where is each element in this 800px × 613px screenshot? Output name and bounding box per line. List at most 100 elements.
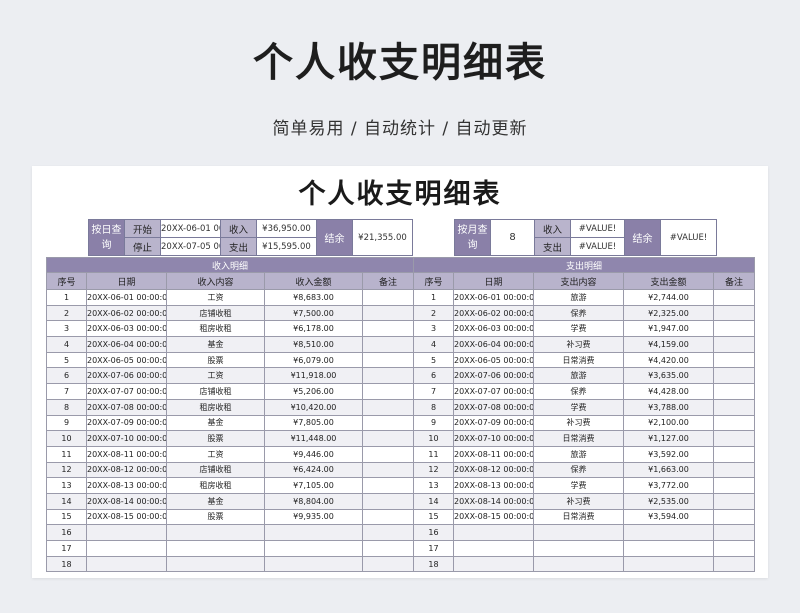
income-cell-content[interactable]: 基金 xyxy=(166,492,265,510)
expense-row[interactable]: 13 20XX-08-13 00:00:00 学费 ¥3,772.00 xyxy=(413,477,756,494)
income-cell-date[interactable]: 20XX-07-06 00:00:00 xyxy=(86,367,167,385)
expense-row[interactable]: 3 20XX-06-03 00:00:00 学费 ¥1,947.00 xyxy=(413,320,756,338)
expense-cell-amount[interactable]: ¥2,535.00 xyxy=(623,492,714,510)
income-row[interactable]: 12 20XX-08-12 00:00:00 店铺收租 ¥6,424.00 xyxy=(46,461,415,479)
income-cell-content[interactable]: 股票 xyxy=(166,351,265,369)
expense-cell-note[interactable] xyxy=(712,351,756,369)
expense-cell-content[interactable]: 补习费 xyxy=(533,492,624,510)
income-cell-amount[interactable]: ¥8,510.00 xyxy=(264,336,363,353)
expense-row[interactable]: 14 20XX-08-14 00:00:00 补习费 ¥2,535.00 xyxy=(413,492,756,510)
expense-cell-index[interactable]: 8 xyxy=(413,398,454,416)
income-cell-content[interactable]: 股票 xyxy=(166,430,265,447)
expense-cell-index[interactable]: 15 xyxy=(413,508,454,526)
income-cell-note[interactable] xyxy=(361,320,415,338)
expense-cell-note[interactable] xyxy=(712,304,756,322)
income-row[interactable]: 5 20XX-06-05 00:00:00 股票 ¥6,079.00 xyxy=(46,351,415,369)
income-cell-index[interactable]: 4 xyxy=(46,336,87,353)
income-cell-index[interactable]: 5 xyxy=(46,351,87,369)
expense-cell-date[interactable]: 20XX-08-12 00:00:00 xyxy=(453,461,534,479)
expense-row[interactable]: 10 20XX-07-10 00:00:00 日常消费 ¥1,127.00 xyxy=(413,430,756,447)
expense-cell-content[interactable]: 补习费 xyxy=(533,414,624,432)
expense-cell-content[interactable]: 补习费 xyxy=(533,336,624,353)
income-row[interactable]: 2 20XX-06-02 00:00:00 店铺收租 ¥7,500.00 xyxy=(46,304,415,322)
expense-cell-amount[interactable]: ¥4,159.00 xyxy=(623,336,714,353)
expense-row[interactable]: 8 20XX-07-08 00:00:00 学费 ¥3,788.00 xyxy=(413,398,756,416)
income-row[interactable]: 10 20XX-07-10 00:00:00 股票 ¥11,448.00 xyxy=(46,430,415,447)
income-cell-index[interactable]: 7 xyxy=(46,383,87,400)
expense-cell-content[interactable]: 旅游 xyxy=(533,445,624,463)
income-cell-index[interactable]: 11 xyxy=(46,445,87,463)
expense-cell-note[interactable] xyxy=(712,383,756,400)
income-cell-index[interactable]: 1 xyxy=(46,289,87,306)
income-cell-index[interactable]: 2 xyxy=(46,304,87,322)
income-cell-index[interactable]: 12 xyxy=(46,461,87,479)
income-cell-amount[interactable]: ¥8,683.00 xyxy=(264,289,363,306)
income-row[interactable]: 14 20XX-08-14 00:00:00 基金 ¥8,804.00 xyxy=(46,492,415,510)
expense-cell-amount[interactable]: ¥3,635.00 xyxy=(623,367,714,385)
expense-cell-amount[interactable]: ¥1,127.00 xyxy=(623,430,714,447)
income-cell-date[interactable]: 20XX-07-10 00:00:00 xyxy=(86,430,167,447)
expense-cell-content[interactable] xyxy=(533,524,624,541)
income-cell-date[interactable]: 20XX-06-05 00:00:00 xyxy=(86,351,167,369)
income-row[interactable]: 1 20XX-06-01 00:00:00 工资 ¥8,683.00 xyxy=(46,289,415,306)
income-cell-note[interactable] xyxy=(361,383,415,400)
income-cell-amount[interactable] xyxy=(264,524,363,541)
income-cell-amount[interactable]: ¥5,206.00 xyxy=(264,383,363,400)
expense-cell-amount[interactable] xyxy=(623,540,714,557)
expense-cell-index[interactable]: 1 xyxy=(413,289,454,306)
income-cell-note[interactable] xyxy=(361,540,415,557)
income-row[interactable]: 16 xyxy=(46,524,415,541)
income-cell-date[interactable]: 20XX-07-09 00:00:00 xyxy=(86,414,167,432)
income-cell-amount[interactable]: ¥6,178.00 xyxy=(264,320,363,338)
income-cell-date[interactable] xyxy=(86,524,167,541)
expense-cell-amount[interactable] xyxy=(623,555,714,573)
income-cell-content[interactable]: 基金 xyxy=(166,414,265,432)
income-cell-index[interactable]: 14 xyxy=(46,492,87,510)
expense-cell-amount[interactable]: ¥3,592.00 xyxy=(623,445,714,463)
income-cell-note[interactable] xyxy=(361,398,415,416)
expense-cell-date[interactable]: 20XX-07-06 00:00:00 xyxy=(453,367,534,385)
income-cell-amount[interactable]: ¥6,079.00 xyxy=(264,351,363,369)
expense-row[interactable]: 16 xyxy=(413,524,756,541)
income-cell-index[interactable]: 16 xyxy=(46,524,87,541)
income-cell-index[interactable]: 18 xyxy=(46,555,87,573)
expense-cell-index[interactable]: 11 xyxy=(413,445,454,463)
expense-cell-amount[interactable]: ¥3,788.00 xyxy=(623,398,714,416)
income-cell-content[interactable]: 工资 xyxy=(166,289,265,306)
income-cell-date[interactable]: 20XX-06-03 00:00:00 xyxy=(86,320,167,338)
income-cell-index[interactable]: 15 xyxy=(46,508,87,526)
expense-cell-content[interactable]: 保养 xyxy=(533,383,624,400)
expense-row[interactable]: 15 20XX-08-15 00:00:00 日常消费 ¥3,594.00 xyxy=(413,508,756,526)
expense-cell-date[interactable]: 20XX-07-09 00:00:00 xyxy=(453,414,534,432)
income-cell-content[interactable] xyxy=(166,524,265,541)
expense-cell-amount[interactable]: ¥1,663.00 xyxy=(623,461,714,479)
income-cell-amount[interactable]: ¥10,420.00 xyxy=(264,398,363,416)
income-cell-note[interactable] xyxy=(361,461,415,479)
expense-cell-note[interactable] xyxy=(712,461,756,479)
expense-cell-index[interactable]: 9 xyxy=(413,414,454,432)
expense-row[interactable]: 5 20XX-06-05 00:00:00 日常消费 ¥4,420.00 xyxy=(413,351,756,369)
income-row[interactable]: 9 20XX-07-09 00:00:00 基金 ¥7,805.00 xyxy=(46,414,415,432)
expense-cell-index[interactable]: 10 xyxy=(413,430,454,447)
expense-cell-date[interactable] xyxy=(453,540,534,557)
expense-cell-content[interactable]: 旅游 xyxy=(533,367,624,385)
expense-cell-content[interactable]: 学费 xyxy=(533,477,624,494)
expense-cell-note[interactable] xyxy=(712,540,756,557)
expense-cell-date[interactable]: 20XX-06-05 00:00:00 xyxy=(453,351,534,369)
income-cell-date[interactable]: 20XX-06-04 00:00:00 xyxy=(86,336,167,353)
income-cell-note[interactable] xyxy=(361,445,415,463)
income-cell-content[interactable] xyxy=(166,540,265,557)
income-cell-note[interactable] xyxy=(361,430,415,447)
income-cell-amount[interactable]: ¥7,805.00 xyxy=(264,414,363,432)
expense-cell-date[interactable]: 20XX-07-08 00:00:00 xyxy=(453,398,534,416)
expense-cell-amount[interactable]: ¥4,428.00 xyxy=(623,383,714,400)
income-cell-amount[interactable]: ¥6,424.00 xyxy=(264,461,363,479)
income-cell-note[interactable] xyxy=(361,492,415,510)
income-row[interactable]: 6 20XX-07-06 00:00:00 工资 ¥11,918.00 xyxy=(46,367,415,385)
expense-cell-amount[interactable] xyxy=(623,524,714,541)
income-cell-content[interactable]: 店铺收租 xyxy=(166,383,265,400)
income-cell-content[interactable]: 店铺收租 xyxy=(166,304,265,322)
income-row[interactable]: 11 20XX-08-11 00:00:00 工资 ¥9,446.00 xyxy=(46,445,415,463)
income-cell-date[interactable]: 20XX-06-02 00:00:00 xyxy=(86,304,167,322)
expense-cell-content[interactable]: 旅游 xyxy=(533,289,624,306)
